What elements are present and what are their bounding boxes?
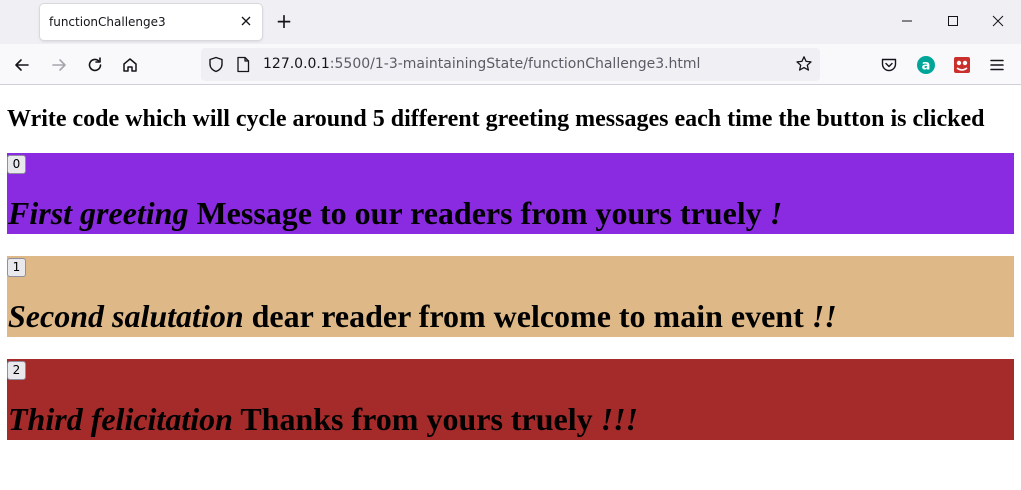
- greeting-text: Message to our readers from yours truely: [188, 195, 770, 231]
- url-text[interactable]: 127.0.0.1:5500/1-3-maintainingState/func…: [263, 56, 700, 72]
- shield-icon[interactable]: [208, 56, 224, 78]
- greeting-message: First greeting Message to our readers fr…: [8, 195, 782, 231]
- greeting-button-0[interactable]: 0: [7, 155, 26, 174]
- extension-red-icon[interactable]: [949, 52, 975, 78]
- greeting-button-2[interactable]: 2: [7, 361, 26, 380]
- star-icon[interactable]: [795, 55, 813, 78]
- svg-text:a: a: [922, 59, 931, 74]
- greeting-punctuation: !!!: [600, 401, 638, 437]
- close-window-icon[interactable]: [984, 8, 1012, 34]
- page-heading: Write code which will cycle around 5 dif…: [7, 106, 985, 132]
- greeting-punctuation: !: [769, 195, 783, 231]
- back-arrow-icon[interactable]: [9, 52, 35, 78]
- home-icon[interactable]: [117, 52, 143, 78]
- greeting-title: First greeting: [8, 195, 189, 231]
- maximize-icon[interactable]: [939, 8, 967, 34]
- page-icon[interactable]: [236, 56, 250, 78]
- extension-a-icon[interactable]: a: [913, 52, 939, 78]
- greeting-box-2: 2 Third felicitation Thanks from yours t…: [7, 359, 1014, 440]
- reload-icon[interactable]: [82, 52, 108, 78]
- navigation-bar: 127.0.0.1:5500/1-3-maintainingState/func…: [0, 44, 1021, 85]
- url-host: 127.0.0.1: [263, 56, 330, 72]
- greeting-punctuation: !!: [811, 298, 837, 334]
- greeting-box-1: 1 Second salutation dear reader from wel…: [7, 256, 1014, 337]
- greeting-title: Second salutation: [8, 298, 244, 334]
- hamburger-menu-icon[interactable]: [984, 52, 1010, 78]
- url-bar[interactable]: 127.0.0.1:5500/1-3-maintainingState/func…: [201, 48, 820, 81]
- page-content: Write code which will cycle around 5 dif…: [0, 85, 1021, 490]
- tab-function-challenge[interactable]: functionChallenge3: [40, 4, 262, 40]
- pocket-icon[interactable]: [876, 52, 902, 78]
- greeting-message: Third felicitation Thanks from yours tru…: [8, 401, 638, 437]
- greeting-text: Thanks from yours truely: [232, 401, 601, 437]
- new-tab-button[interactable]: +: [273, 11, 295, 33]
- tab-strip: functionChallenge3 +: [0, 0, 1021, 44]
- greeting-box-0: 0 First greeting Message to our readers …: [7, 153, 1014, 234]
- greeting-title: Third felicitation: [8, 401, 233, 437]
- close-icon[interactable]: [238, 13, 254, 29]
- forward-arrow-icon[interactable]: [46, 52, 72, 78]
- url-path: :5500/1-3-maintainingState/functionChall…: [329, 56, 701, 72]
- greeting-button-1[interactable]: 1: [7, 258, 26, 277]
- minimize-icon[interactable]: [893, 8, 921, 34]
- greeting-text: dear reader from welcome to main event: [243, 298, 812, 334]
- greeting-message: Second salutation dear reader from welco…: [8, 298, 837, 334]
- tab-title: functionChallenge3: [49, 15, 166, 29]
